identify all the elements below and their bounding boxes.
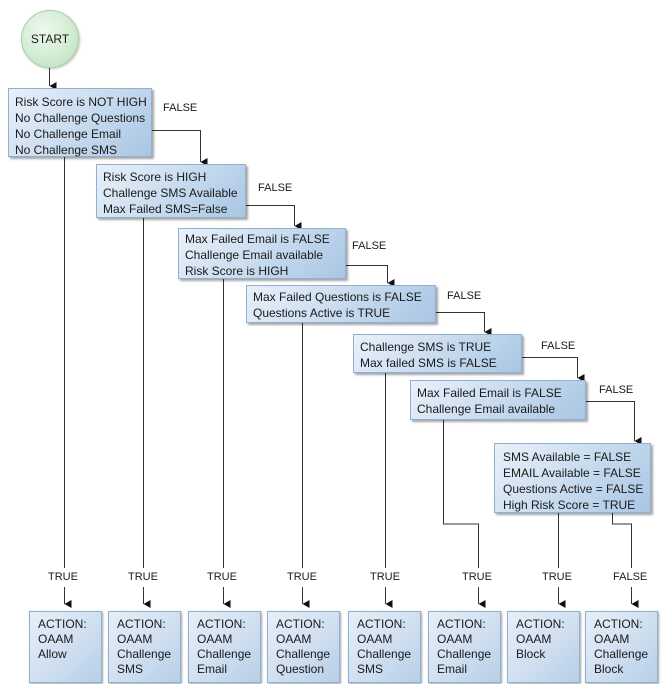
start-label: START bbox=[30, 32, 70, 46]
condition-box-6: Max Failed Email is FALSE Challenge Emai… bbox=[410, 380, 586, 420]
action-line: SMS bbox=[117, 662, 144, 676]
action-line: ACTION: bbox=[357, 617, 406, 631]
condition-line: Max failed SMS is FALSE bbox=[360, 356, 497, 370]
branch-label-2: TRUE bbox=[128, 571, 158, 583]
false-label-5: FALSE bbox=[541, 340, 576, 352]
action-line: OAAM bbox=[516, 632, 552, 646]
action-line: Challenge bbox=[197, 647, 252, 661]
action-box-8: ACTION: OAAM Challenge Block bbox=[585, 611, 658, 683]
action-line: OAAM bbox=[117, 632, 153, 646]
condition-line: Challenge Email available bbox=[185, 248, 324, 262]
action-box-3: ACTION: OAAM Challenge Email bbox=[188, 611, 261, 683]
condition-box-5: Challenge SMS is TRUE Max failed SMS is … bbox=[353, 334, 522, 373]
action-line: ACTION: bbox=[197, 617, 246, 631]
action-line: ACTION: bbox=[117, 617, 166, 631]
condition-line: Challenge SMS Available bbox=[103, 186, 238, 200]
action-line: OAAM bbox=[276, 632, 312, 646]
branch-label-3: TRUE bbox=[207, 571, 237, 583]
condition-line: Risk Score is HIGH bbox=[103, 170, 207, 184]
condition-line: Challenge Email available bbox=[417, 402, 556, 416]
action-line: Challenge bbox=[117, 647, 172, 661]
false-label-1: FALSE bbox=[163, 102, 198, 114]
branch-label-7: TRUE bbox=[542, 571, 572, 583]
action-line: OAAM bbox=[357, 632, 393, 646]
arrow-false-3 bbox=[346, 265, 395, 287]
action-box-7: ACTION: OAAM Block bbox=[507, 611, 580, 683]
action-line: Challenge bbox=[594, 647, 649, 661]
condition-line: Max Failed SMS=False bbox=[103, 202, 228, 216]
condition-line: No Challenge SMS bbox=[15, 143, 118, 157]
action-box-2: ACTION: OAAM Challenge SMS bbox=[108, 611, 181, 683]
branch-label-4: TRUE bbox=[287, 571, 317, 583]
action-line: ACTION: bbox=[594, 617, 643, 631]
action-line: Email bbox=[197, 662, 228, 676]
condition-line: High Risk Score = TRUE bbox=[503, 498, 636, 512]
condition-box-3: Max Failed Email is FALSE Challenge Emai… bbox=[178, 228, 346, 279]
condition-line: Max Failed Email is FALSE bbox=[185, 232, 330, 246]
action-line: OAAM bbox=[38, 632, 74, 646]
false-label-6: FALSE bbox=[599, 384, 634, 396]
action-line: ACTION: bbox=[516, 617, 565, 631]
false-label-4: FALSE bbox=[447, 290, 482, 302]
start-node: START bbox=[21, 10, 79, 68]
branch-label-5: TRUE bbox=[370, 571, 400, 583]
action-box-5: ACTION: OAAM Challenge SMS bbox=[348, 611, 421, 683]
action-line: OAAM bbox=[594, 632, 630, 646]
condition-box-1: Risk Score is NOT HIGH No Challenge Ques… bbox=[8, 88, 152, 157]
action-box-6: ACTION: OAAM Challenge Email bbox=[428, 611, 501, 683]
action-box-1: ACTION: OAAM Allow bbox=[29, 611, 102, 683]
action-line: Allow bbox=[38, 647, 67, 661]
action-line: Challenge bbox=[357, 647, 412, 661]
action-line: Block bbox=[594, 662, 624, 676]
condition-line: Questions Active = FALSE bbox=[503, 482, 644, 496]
action-line: ACTION: bbox=[276, 617, 325, 631]
action-box-4: ACTION: OAAM Challenge Question bbox=[267, 611, 340, 683]
action-line: ACTION: bbox=[437, 617, 486, 631]
action-line: OAAM bbox=[197, 632, 233, 646]
branch-label-1: TRUE bbox=[48, 571, 78, 583]
condition-box-4: Max Failed Questions is FALSE Questions … bbox=[246, 285, 436, 323]
condition-line: Challenge SMS is TRUE bbox=[360, 340, 492, 354]
condition-line: Risk Score is NOT HIGH bbox=[15, 95, 147, 109]
arrow-false-1 bbox=[152, 130, 208, 166]
action-line: SMS bbox=[357, 662, 384, 676]
condition-box-7: SMS Available = FALSE EMAIL Available = … bbox=[494, 443, 651, 513]
condition-line: No Challenge Questions bbox=[15, 111, 146, 125]
condition-line: EMAIL Available = FALSE bbox=[503, 466, 641, 480]
false-label-3: FALSE bbox=[352, 240, 387, 252]
action-line: OAAM bbox=[437, 632, 473, 646]
arrow-false-6 bbox=[586, 401, 642, 445]
action-line: Challenge bbox=[437, 647, 492, 661]
action-line: ACTION: bbox=[38, 617, 87, 631]
condition-line: SMS Available = FALSE bbox=[503, 450, 632, 464]
branch-label-6: TRUE bbox=[462, 571, 492, 583]
condition-line: Max Failed Email is FALSE bbox=[417, 386, 562, 400]
action-line: Question bbox=[276, 662, 325, 676]
action-line: Block bbox=[516, 647, 546, 661]
condition-box-2: Risk Score is HIGH Challenge SMS Availab… bbox=[96, 164, 246, 218]
arrow-false-4 bbox=[436, 312, 492, 336]
condition-line: Max Failed Questions is FALSE bbox=[253, 290, 422, 304]
action-line: Challenge bbox=[276, 647, 331, 661]
action-line: Email bbox=[437, 662, 468, 676]
condition-line: Risk Score is HIGH bbox=[185, 264, 289, 278]
branch-label-8: FALSE bbox=[613, 571, 648, 583]
condition-line: No Challenge Email bbox=[15, 127, 122, 141]
arrow-false-2 bbox=[246, 205, 302, 230]
false-label-2: FALSE bbox=[258, 182, 293, 194]
arrow-false-5 bbox=[522, 357, 585, 382]
condition-line: Questions Active is TRUE bbox=[253, 306, 391, 320]
